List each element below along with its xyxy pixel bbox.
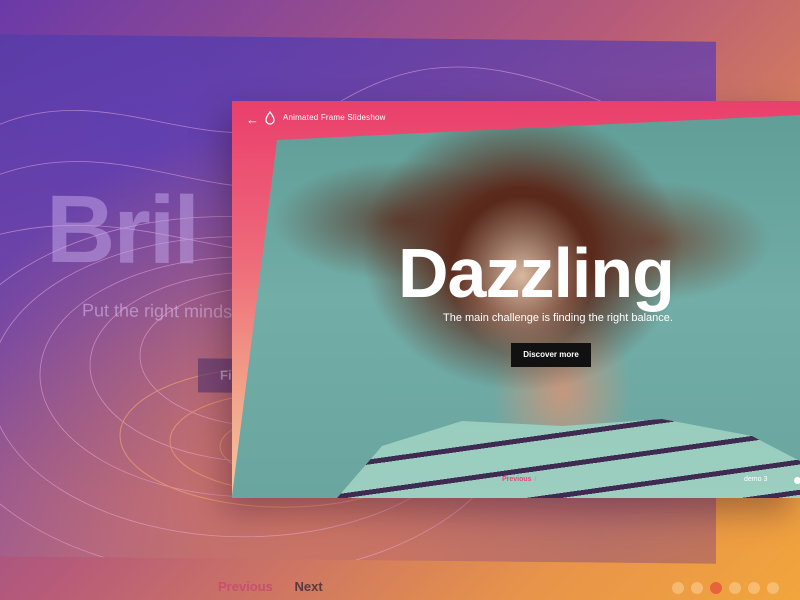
window-previous-link[interactable]: Previous [502, 476, 532, 483]
window-title: Animated Frame Slideshow [283, 113, 386, 122]
slide-dot[interactable] [672, 582, 684, 594]
background-slide-subtitle: Put the right minds [82, 300, 233, 322]
slide-dot[interactable] [691, 582, 703, 594]
window-header: ← Animated Frame Slideshow [232, 101, 800, 137]
previous-link[interactable]: Previous [218, 579, 273, 594]
bottom-navigation: Previous Next [218, 579, 323, 594]
slideshow-window: ← Animated Frame Slideshow Dazzling The … [232, 101, 800, 498]
slide-subtitle: The main challenge is finding the right … [443, 312, 673, 324]
background-slide-title: Bril [46, 175, 199, 285]
slide-dot-active[interactable] [710, 582, 722, 594]
slide-title: Dazzling [398, 234, 675, 312]
demo-label: demo 3 [744, 476, 768, 483]
demo-dot[interactable] [794, 477, 800, 484]
slide-dot[interactable] [767, 582, 779, 594]
slide-dot[interactable] [729, 582, 741, 594]
arrow-left-icon[interactable]: ← [246, 112, 259, 127]
slide-dot[interactable] [748, 582, 760, 594]
slide-dots [672, 582, 779, 594]
next-link[interactable]: Next [295, 579, 323, 594]
drop-icon[interactable] [264, 111, 276, 125]
nav-separator: / [534, 476, 537, 483]
window-navigation: Previous / [502, 476, 540, 483]
discover-more-button[interactable]: Discover more [511, 343, 591, 367]
